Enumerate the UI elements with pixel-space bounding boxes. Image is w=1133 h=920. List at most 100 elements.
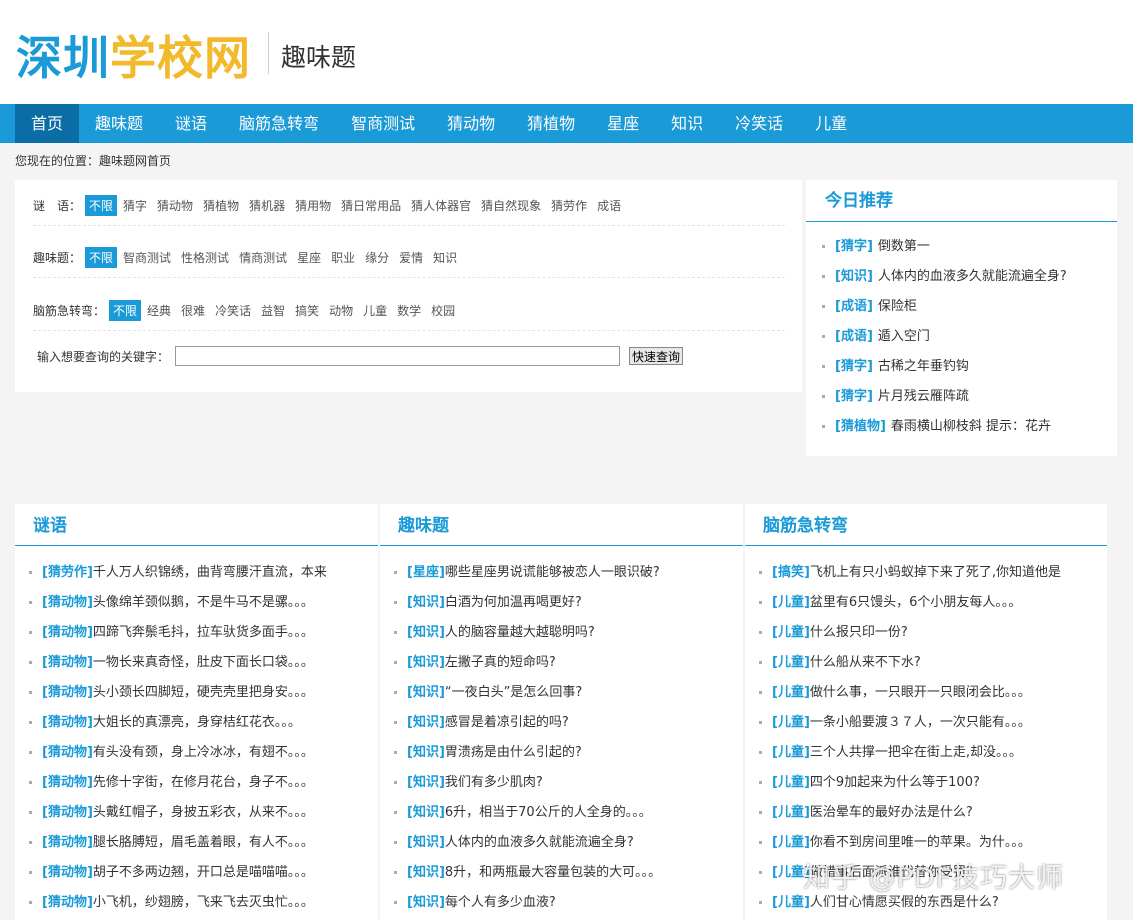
list-item[interactable]: [知识]白酒为何加温再喝更好? xyxy=(394,592,734,622)
filter-option[interactable]: 猜字 xyxy=(119,195,151,216)
list-item[interactable]: [知识]胃溃疡是由什么引起的? xyxy=(394,742,734,772)
item-tag: [成语] xyxy=(835,299,873,314)
bullet-icon xyxy=(394,901,397,904)
list-item[interactable]: [猜动物]大姐长的真漂亮，身穿桔红花衣。。。 xyxy=(29,712,369,742)
list-item[interactable]: [知识]“一夜白头”是怎么回事? xyxy=(394,682,734,712)
nav-item-constellation[interactable]: 星座 xyxy=(591,104,655,143)
filter-option[interactable]: 很难 xyxy=(177,300,209,321)
list-item[interactable]: [儿童]医治晕车的最好办法是什么? xyxy=(759,802,1099,832)
filter-option[interactable]: 缘分 xyxy=(361,247,393,268)
filter-option[interactable]: 经典 xyxy=(143,300,175,321)
filter-option[interactable]: 成语 xyxy=(593,195,625,216)
list-item[interactable]: [猜动物]先修十字街，在修月花台，身子不。。。 xyxy=(29,772,369,802)
list-item[interactable]: [猜动物]有头没有颈，身上冷冰冰，有翅不。。。 xyxy=(29,742,369,772)
item-text: 四个9加起来为什么等于100? xyxy=(809,775,980,790)
nav-item-guess-animal[interactable]: 猜动物 xyxy=(431,104,511,143)
filter-option[interactable]: 校园 xyxy=(427,300,459,321)
list-item[interactable]: [猜动物]头像绵羊颈似鹅，不是牛马不是骡。。。 xyxy=(29,592,369,622)
list-item[interactable]: [猜字] 倒数第一 xyxy=(822,236,1067,266)
site-logo[interactable]: 深圳学校网 xyxy=(16,30,251,86)
panel-title: 趣味题 xyxy=(398,516,449,536)
filter-option[interactable]: 猜用物 xyxy=(291,195,335,216)
list-item[interactable]: [成语] 遁入空门 xyxy=(822,326,1067,356)
list-item[interactable]: [猜动物]头小颈长四脚短，硬壳壳里把身安。。。 xyxy=(29,682,369,712)
filter-option[interactable]: 性格测试 xyxy=(177,247,233,268)
list-item[interactable]: [知识]人的脑容量越大越聪明吗? xyxy=(394,622,734,652)
item-tag: [知识] xyxy=(407,595,445,610)
filter-option[interactable]: 爱情 xyxy=(395,247,427,268)
nav-item-children[interactable]: 儿童 xyxy=(799,104,863,143)
list-item[interactable]: [知识]人体内的血液多久就能流遍全身? xyxy=(822,266,1067,296)
item-text: 腿长胳膊短，眉毛盖着眼，有人不。。。 xyxy=(92,835,314,850)
filter-option[interactable]: 数学 xyxy=(393,300,425,321)
list-item[interactable]: [星座]哪些星座男说谎能够被恋人一眼识破? xyxy=(394,562,734,592)
list-item[interactable]: [猜植物] 春雨横山柳枝斜 提示：花卉 xyxy=(822,416,1067,446)
bullet-icon xyxy=(29,631,32,634)
list-item[interactable]: [猜动物]小飞机，纱翅膀，飞来飞去灭虫忙。。。 xyxy=(29,892,369,920)
item-tag: [知识] xyxy=(407,865,445,880)
list-item[interactable]: [猜动物]一物长来真奇怪，肚皮下面长口袋。。。 xyxy=(29,652,369,682)
list-item[interactable]: [儿童]四个9加起来为什么等于100? xyxy=(759,772,1099,802)
list-item[interactable]: [猜动物]胡子不多两边翘，开口总是喵喵喵。。。 xyxy=(29,862,369,892)
item-tag: [猜动物] xyxy=(42,655,93,670)
list-item[interactable]: [知识]我们有多少肌肉? xyxy=(394,772,734,802)
list-item[interactable]: [儿童]什么报只印一份? xyxy=(759,622,1099,652)
filter-option[interactable]: 冷笑话 xyxy=(211,300,255,321)
filter-option[interactable]: 益智 xyxy=(257,300,289,321)
list-item[interactable]: [猜劳作]千人万人织锦绣，曲背弯腰汗直流，本来 xyxy=(29,562,369,592)
nav-item-knowledge[interactable]: 知识 xyxy=(655,104,719,143)
list-item[interactable]: [猜动物]头戴红帽子，身披五彩衣，从来不。。。 xyxy=(29,802,369,832)
list-item[interactable]: [搞笑]飞机上有只小蚂蚁掉下来了死了,你知道他是 xyxy=(759,562,1099,592)
filter-option[interactable]: 知识 xyxy=(429,247,461,268)
list-item[interactable]: [儿童]三个人共撑一把伞在街上走,却没。。。 xyxy=(759,742,1099,772)
filter-option[interactable]: 猜自然现象 xyxy=(477,195,545,216)
item-text: 倒数第一 xyxy=(877,239,930,254)
list-item[interactable]: [儿童]一条小船要渡３７人，一次只能有。。。 xyxy=(759,712,1099,742)
search-button[interactable]: 快速查询 xyxy=(629,347,684,365)
filter-option[interactable]: 动物 xyxy=(325,300,357,321)
filter-option[interactable]: 不限 xyxy=(85,247,118,268)
bullet-icon xyxy=(29,901,32,904)
nav-item-riddles[interactable]: 谜语 xyxy=(159,104,223,143)
list-item[interactable]: [猜动物]腿长胳膊短，眉毛盖着眼，有人不。。。 xyxy=(29,832,369,862)
list-item[interactable]: [知识]感冒是着凉引起的吗? xyxy=(394,712,734,742)
item-tag: [猜动物] xyxy=(42,805,93,820)
nav-item-brain-teasers[interactable]: 脑筋急转弯 xyxy=(223,104,335,143)
list-item[interactable]: [猜动物]四蹄飞奔鬃毛抖，拉车驮货多面手。。。 xyxy=(29,622,369,652)
filter-option[interactable]: 情商测试 xyxy=(235,247,291,268)
list-item[interactable]: [知识]左撇子真的短命吗? xyxy=(394,652,734,682)
search-input[interactable] xyxy=(175,346,621,366)
filter-option[interactable]: 猜人体器官 xyxy=(407,195,475,216)
filter-option[interactable]: 搞笑 xyxy=(291,300,323,321)
filter-option[interactable]: 猜机器 xyxy=(245,195,289,216)
filter-option[interactable]: 不限 xyxy=(109,300,142,321)
filter-option[interactable]: 猜动物 xyxy=(153,195,197,216)
list-item[interactable]: [儿童]什么船从来不下水? xyxy=(759,652,1099,682)
filter-option[interactable]: 星座 xyxy=(293,247,325,268)
list-item[interactable]: [知识]6升，相当于70公斤的人全身的。。。 xyxy=(394,802,734,832)
nav-item-jokes[interactable]: 冷笑话 xyxy=(719,104,799,143)
item-text: 头像绵羊颈似鹅，不是牛马不是骡。。。 xyxy=(92,595,314,610)
item-text: 你看不到房间里唯一的苹果。为什。。。 xyxy=(809,835,1031,850)
list-item[interactable]: [儿童]人们甘心情愿买假的东西是什么? xyxy=(759,892,1099,920)
filter-option[interactable]: 猜日常用品 xyxy=(337,195,405,216)
list-item[interactable]: [成语] 保险柜 xyxy=(822,296,1067,326)
nav-item-iq-test[interactable]: 智商测试 xyxy=(335,104,431,143)
nav-item-home[interactable]: 首页 xyxy=(15,104,80,143)
list-item[interactable]: [知识]8升，和两瓶最大容量包装的大可。。。 xyxy=(394,862,734,892)
filter-option[interactable]: 儿童 xyxy=(359,300,391,321)
list-item[interactable]: [猜字] 古稀之年垂钓钩 xyxy=(822,356,1067,386)
filter-option[interactable]: 职业 xyxy=(327,247,359,268)
list-item[interactable]: [知识]每个人有多少血液? xyxy=(394,892,734,920)
filter-option[interactable]: 智商测试 xyxy=(119,247,175,268)
nav-item-guess-plant[interactable]: 猜植物 xyxy=(511,104,591,143)
filter-option[interactable]: 猜植物 xyxy=(199,195,243,216)
list-item[interactable]: [知识]人体内的血液多久就能流遍全身? xyxy=(394,832,734,862)
filter-option[interactable]: 不限 xyxy=(85,195,118,216)
nav-item-fun-questions[interactable]: 趣味题 xyxy=(79,104,159,143)
item-text: 我们有多少肌肉? xyxy=(444,775,543,790)
list-item[interactable]: [儿童]做什么事，一只眼开一只眼闭会比。。。 xyxy=(759,682,1099,712)
filter-option[interactable]: 猜劳作 xyxy=(547,195,591,216)
list-item[interactable]: [儿童]盆里有6只馒头，6个小朋友每人。。。 xyxy=(759,592,1099,622)
list-item[interactable]: [猜字] 片月残云雁阵疏 xyxy=(822,386,1067,416)
